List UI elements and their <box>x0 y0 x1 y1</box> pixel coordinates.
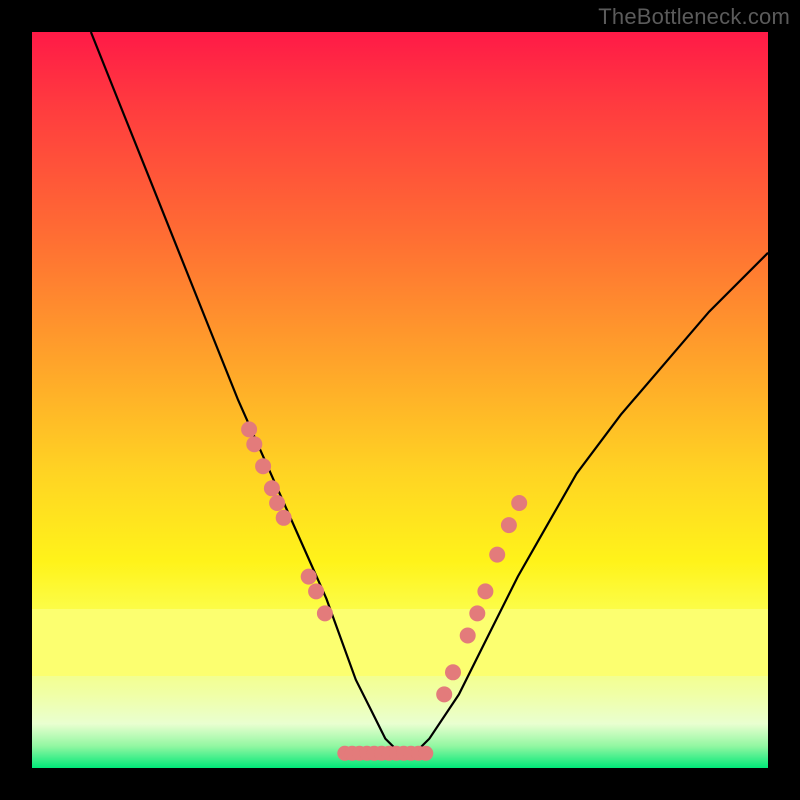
chart-frame: TheBottleneck.com <box>0 0 800 800</box>
marker-dot <box>445 664 461 680</box>
marker-dot <box>264 480 280 496</box>
marker-dot <box>511 495 527 511</box>
marker-dot <box>317 605 333 621</box>
marker-dot <box>460 628 476 644</box>
marker-dot <box>241 421 257 437</box>
marker-dot <box>308 583 324 599</box>
left-band-markers <box>241 421 333 621</box>
plot-area <box>32 32 768 768</box>
marker-dot <box>501 517 517 533</box>
marker-dot <box>255 458 271 474</box>
marker-dot <box>301 569 317 585</box>
right-band-markers <box>436 495 527 702</box>
watermark-text: TheBottleneck.com <box>598 4 790 30</box>
bottleneck-curve <box>91 32 768 753</box>
marker-dot <box>469 605 485 621</box>
marker-dot <box>477 583 493 599</box>
chart-svg <box>32 32 768 768</box>
valley-dot-row <box>337 746 433 761</box>
marker-dot <box>246 436 262 452</box>
marker-dot <box>276 510 292 526</box>
marker-dot <box>489 547 505 563</box>
marker-dot <box>418 746 433 761</box>
marker-dot <box>269 495 285 511</box>
marker-dot <box>436 686 452 702</box>
